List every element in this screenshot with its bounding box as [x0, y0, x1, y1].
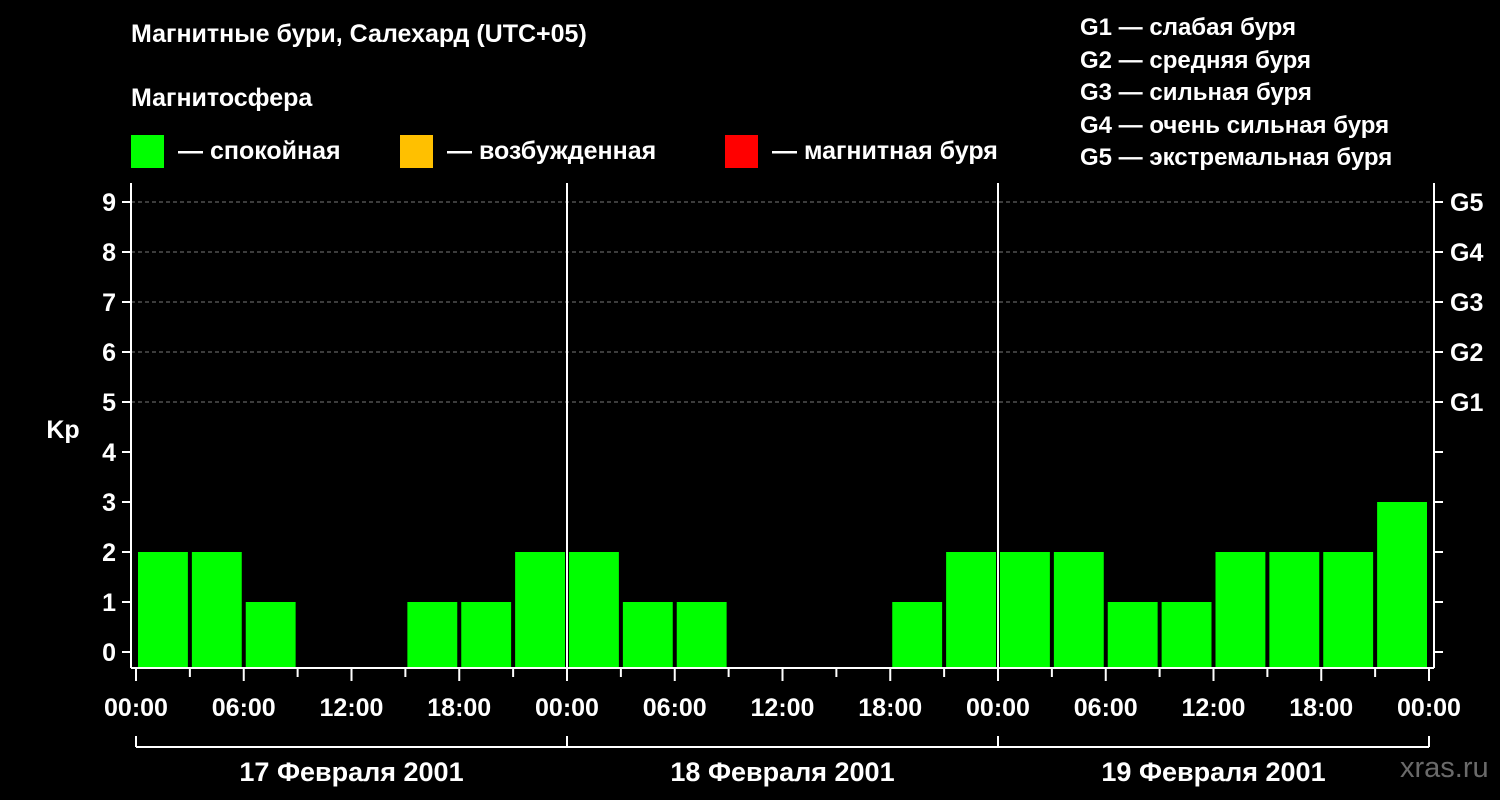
kp-bar: [191, 552, 242, 668]
kp-bar: [1323, 552, 1374, 668]
kp-bar: [676, 602, 727, 668]
x-tick-label: 00:00: [104, 694, 168, 722]
g-level-label: G3: [1450, 289, 1483, 317]
kp-bar: [1107, 602, 1158, 668]
day-label: 17 Февраля 2001: [239, 757, 463, 787]
y-tick-label: 3: [102, 489, 116, 517]
g-level-label: G4: [1450, 239, 1483, 267]
y-tick-label: 9: [102, 189, 116, 217]
x-tick-label: 06:00: [212, 694, 276, 722]
x-tick-label: 18:00: [427, 694, 491, 722]
day-label: 18 Февраля 2001: [670, 757, 894, 787]
y-tick-label: 6: [102, 339, 116, 367]
x-tick-label: 12:00: [751, 694, 815, 722]
kp-bar: [1000, 552, 1050, 668]
g-level-label: G1: [1450, 389, 1483, 417]
y-tick-label: 4: [102, 439, 116, 467]
y-tick-label: 2: [102, 539, 116, 567]
kp-bar: [407, 602, 458, 668]
g-level-label: G5: [1450, 189, 1483, 217]
y-tick-label: 1: [102, 589, 116, 617]
kp-bar: [946, 552, 996, 668]
x-tick-label: 18:00: [858, 694, 922, 722]
x-tick-label: 00:00: [966, 694, 1030, 722]
kp-bar: [1053, 552, 1104, 668]
y-tick-label: 5: [102, 389, 116, 417]
kp-bar: [515, 552, 565, 668]
y-tick-label: 8: [102, 239, 116, 267]
x-tick-label: 12:00: [320, 694, 384, 722]
kp-bar: [892, 602, 943, 668]
day-label: 19 Февраля 2001: [1101, 757, 1325, 787]
kp-bar: [622, 602, 673, 668]
kp-bar: [1269, 552, 1320, 668]
x-tick-label: 06:00: [643, 694, 707, 722]
watermark: xras.ru: [1400, 752, 1489, 784]
x-tick-label: 00:00: [1397, 694, 1461, 722]
kp-bar: [1161, 602, 1212, 668]
kp-bar: [461, 602, 512, 668]
g-level-label: G2: [1450, 339, 1483, 367]
kp-bar-chart: 0 1 2 3 4 5 6 7 8 9 G1 G2 G3 G4 G5 Kp 00:00 06:00 12:00 18:…: [46, 183, 1483, 787]
y-tick-label: 0: [102, 639, 116, 667]
x-tick-label: 00:00: [535, 694, 599, 722]
kp-bar: [569, 552, 619, 668]
kp-bar: [1377, 502, 1427, 668]
x-tick-label: 12:00: [1182, 694, 1246, 722]
kp-bar: [245, 602, 296, 668]
x-tick-label: 06:00: [1074, 694, 1138, 722]
y-axis-label: Kp: [46, 416, 79, 444]
x-tick-label: 18:00: [1289, 694, 1353, 722]
kp-bar: [138, 552, 188, 668]
y-tick-label: 7: [102, 289, 116, 317]
kp-bar: [1215, 552, 1266, 668]
